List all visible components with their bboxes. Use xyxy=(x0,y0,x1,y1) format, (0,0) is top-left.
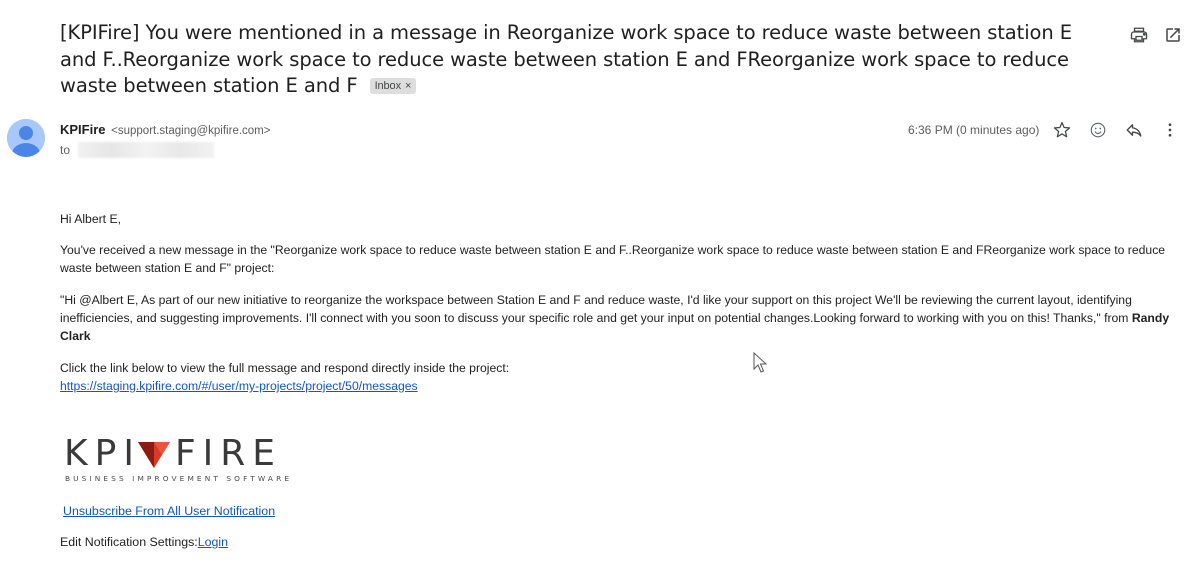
add-emoji-icon[interactable] xyxy=(1089,121,1107,139)
message-timestamp: 6:36 PM (0 minutes ago) xyxy=(908,123,1040,137)
flame-mark-icon xyxy=(137,442,170,468)
subject-text: [KPIFire] You were mentioned in a messag… xyxy=(60,21,1072,97)
email-subject: [KPIFire] You were mentioned in a messag… xyxy=(60,20,1100,100)
printer-icon[interactable] xyxy=(1130,26,1148,44)
quote-text: "Hi @Albert E, As part of our new initia… xyxy=(60,293,1132,325)
sender-name[interactable]: KPIFire xyxy=(60,122,106,137)
kpifire-logo: KPI FIRE BUSINESS IMPROVEMENT SOFTWARE xyxy=(64,436,304,484)
sender-avatar[interactable] xyxy=(7,119,45,157)
cta-paragraph: Click the link below to view the full me… xyxy=(60,359,1190,395)
open-in-new-window-icon[interactable] xyxy=(1164,26,1182,44)
edit-settings-label: Edit Notification Settings: xyxy=(60,535,198,549)
to-label: to xyxy=(60,143,71,157)
thread-actions xyxy=(1130,26,1182,44)
logo-tagline: BUSINESS IMPROVEMENT SOFTWARE xyxy=(65,474,293,483)
reply-icon[interactable] xyxy=(1125,121,1143,139)
recipient-redacted[interactable] xyxy=(78,142,215,158)
login-link[interactable]: Login xyxy=(198,535,228,549)
edit-settings-row: Edit Notification Settings:Login xyxy=(60,535,228,549)
recipient-line: to xyxy=(60,142,215,158)
unsubscribe-link[interactable]: Unsubscribe From All User Notification xyxy=(63,504,275,518)
sender-email: <support.staging@kpifire.com> xyxy=(111,125,271,137)
inbox-label-text: Inbox xyxy=(374,80,402,92)
more-vertical-icon[interactable] xyxy=(1161,121,1179,139)
email-body: Hi Albert E, You've received a new messa… xyxy=(60,210,1190,395)
mouse-pointer-icon xyxy=(753,351,768,379)
remove-label-icon[interactable]: × xyxy=(405,80,411,92)
inbox-label-chip[interactable]: Inbox × xyxy=(369,78,417,94)
star-icon[interactable] xyxy=(1053,121,1071,139)
logo-word-left: KPI xyxy=(64,433,141,474)
sender-line: KPIFire <support.staging@kpifire.com> xyxy=(60,122,270,137)
unsubscribe-row: Unsubscribe From All User Notification xyxy=(63,504,275,518)
quoted-message: "Hi @Albert E, As part of our new initia… xyxy=(60,291,1190,345)
logo-word-right: FIRE xyxy=(174,433,283,474)
greeting: Hi Albert E, xyxy=(60,212,121,226)
cta-text: Click the link below to view the full me… xyxy=(60,361,510,375)
message-actions xyxy=(1053,121,1179,139)
project-messages-link[interactable]: https://staging.kpifire.com/#/user/my-pr… xyxy=(60,379,418,393)
logo-wordmark: KPI FIRE xyxy=(64,436,304,472)
intro-paragraph: You've received a new message in the "Re… xyxy=(60,243,1166,275)
